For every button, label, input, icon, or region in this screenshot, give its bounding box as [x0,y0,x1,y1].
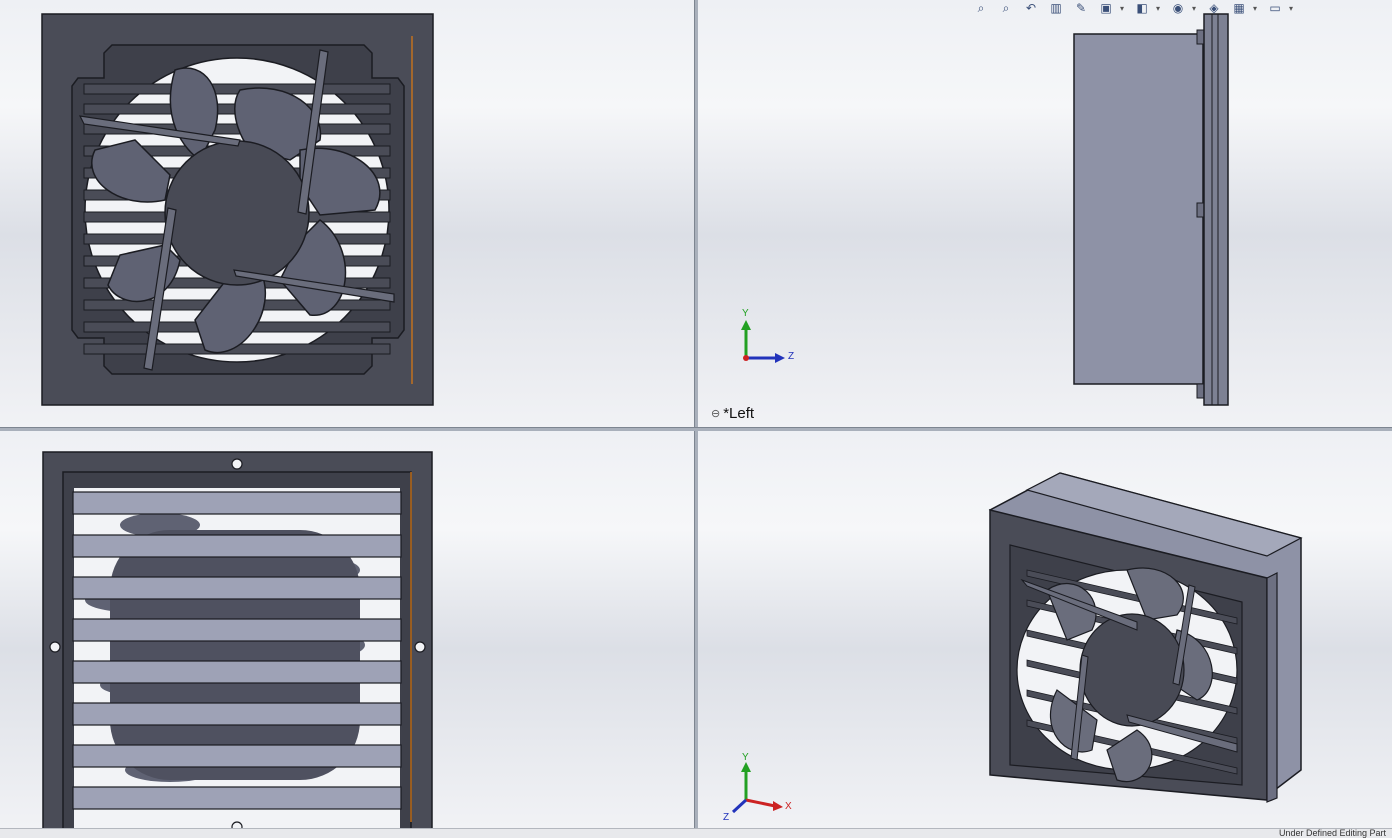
chevron-down-icon[interactable]: ▾ [1156,4,1164,13]
link-icon: ⊖ [711,408,721,420]
horizontal-viewport-splitter[interactable] [0,427,1392,431]
edit-appearance-icon[interactable]: ◈ [1203,0,1225,16]
vertical-viewport-splitter[interactable] [694,0,698,828]
viewport-top[interactable] [0,430,694,828]
previous-view-icon[interactable]: ↶ [1020,0,1042,16]
viewport-isometric[interactable]: Y X Z [697,430,1392,828]
fan-hub [164,140,310,286]
front-view-model[interactable] [0,0,694,427]
chevron-down-icon[interactable]: ▾ [1253,4,1261,13]
dynamic-annotation-icon[interactable]: ✎ [1070,0,1092,16]
apply-scene-icon[interactable]: ▦ [1228,0,1250,16]
zoom-to-area-icon[interactable]: ⌕ [995,0,1017,16]
hide-show-items-icon[interactable]: ◉ [1167,0,1189,16]
axis-y-label: Y [742,308,749,319]
axis-x-label: X [785,801,792,812]
triad-iso: Y X Z [723,752,792,823]
chevron-down-icon[interactable]: ▾ [1120,4,1128,13]
view-name-label: ⊖ *Left [711,405,755,422]
left-view-model[interactable]: Y Z [697,0,1392,427]
panel-edge [1203,13,1229,406]
view-orientation-icon[interactable]: ▣ [1095,0,1117,16]
axis-z-label: Z [788,351,794,362]
iso-view-model[interactable]: Y X Z [697,430,1392,828]
zoom-to-fit-icon[interactable]: ⌕ [970,0,992,16]
display-style-icon[interactable]: ◧ [1131,0,1153,16]
section-view-icon[interactable]: ▥ [1045,0,1067,16]
chevron-down-icon[interactable]: ▾ [1192,4,1200,13]
view-settings-icon[interactable]: ▭ [1264,0,1286,16]
triad-left: Y Z [741,308,794,363]
heads-up-view-toolbar: ⌕ ⌕ ↶ ▥ ✎ ▣ ▾ ◧ ▾ ◉ ▾ ◈ ▦ ▾ ▭ ▾ [970,0,1297,16]
axis-y-label: Y [742,752,749,763]
top-view-model[interactable] [0,430,694,828]
housing-side [1073,33,1204,385]
viewport-left[interactable]: Y Z ⊖ *Left [697,0,1392,427]
viewport-front[interactable] [0,0,694,427]
iso-hub [1079,613,1185,727]
chevron-down-icon[interactable]: ▾ [1289,4,1297,13]
axis-z-label: Z [723,812,729,823]
